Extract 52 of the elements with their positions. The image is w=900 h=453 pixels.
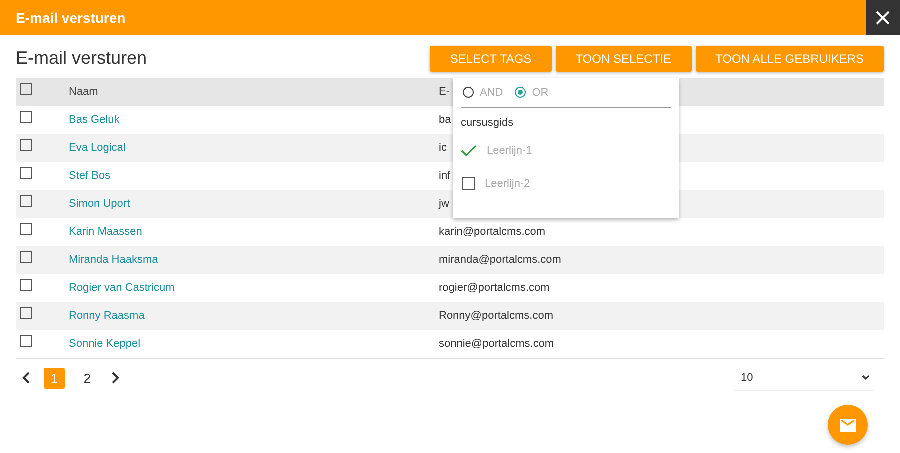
chevron-down-icon[interactable] [862,374,870,380]
page-button[interactable]: 1 [44,368,65,388]
radio-button[interactable] [515,87,526,98]
user-name-link[interactable]: Stef Bos [69,170,439,182]
row-checkbox[interactable] [20,139,32,151]
row-checkbox[interactable] [20,223,32,235]
tag-label: Leerlijn-1 [487,144,532,156]
select-all-checkbox[interactable] [20,83,32,95]
dialog-title: E-mail versturen [16,10,126,26]
email-cell: rogier@portalcms.com [439,282,550,294]
page-heading: E-mail versturen [16,48,148,69]
radio-label: OR [532,86,549,98]
row-checkbox[interactable] [20,279,32,291]
action-button[interactable]: SELECT TAGS [430,46,552,72]
tag-label: Leerlijn-2 [485,178,530,190]
close-icon[interactable] [875,10,891,26]
action-button[interactable]: TOON SELECTIE [556,46,692,72]
next-page-icon[interactable] [110,372,120,384]
email-cell: karin@portalcms.com [439,226,546,238]
user-name-link[interactable]: Karin Maassen [69,226,439,238]
user-name-link[interactable]: Rogier van Castricum [69,282,439,294]
email-cell: jw [439,198,450,210]
radio-label: AND [480,86,504,98]
tag-group-label: cursusgids [461,116,515,131]
row-checkbox[interactable] [20,111,32,123]
user-name-link[interactable]: Eva Logical [69,142,439,154]
row-checkbox[interactable] [20,167,32,179]
row-checkbox[interactable] [20,251,32,263]
radio-button[interactable] [463,87,474,98]
checkbox[interactable] [462,177,475,190]
user-name-link[interactable]: Ronny Raasma [69,310,439,322]
user-name-link[interactable]: Bas Geluk [69,114,439,126]
row-checkbox[interactable] [20,335,32,347]
email-cell: sonnie@portalcms.com [439,338,554,350]
email-cell: ba [439,114,452,126]
row-checkbox[interactable] [20,195,32,207]
checkmark-icon[interactable] [461,144,477,156]
email-cell: miranda@portalcms.com [439,254,562,266]
user-name-link[interactable]: Miranda Haaksma [69,254,439,266]
page-button[interactable]: 2 [77,368,98,388]
user-name-link[interactable]: Sonnie Keppel [69,338,439,350]
close-button[interactable] [866,0,900,35]
page-size-select[interactable]: 10 [734,365,874,391]
action-button[interactable]: TOON ALLE GEBRUIKERS [696,46,884,72]
previous-page-icon[interactable] [22,372,32,384]
column-header: Naam [69,86,100,98]
row-checkbox[interactable] [20,307,32,319]
email-cell: Ronny@portalcms.com [439,310,554,322]
email-cell: ic [439,142,447,154]
user-name-link[interactable]: Simon Uport [69,198,439,210]
column-header: E- [439,86,450,98]
email-cell: inf [439,170,451,182]
